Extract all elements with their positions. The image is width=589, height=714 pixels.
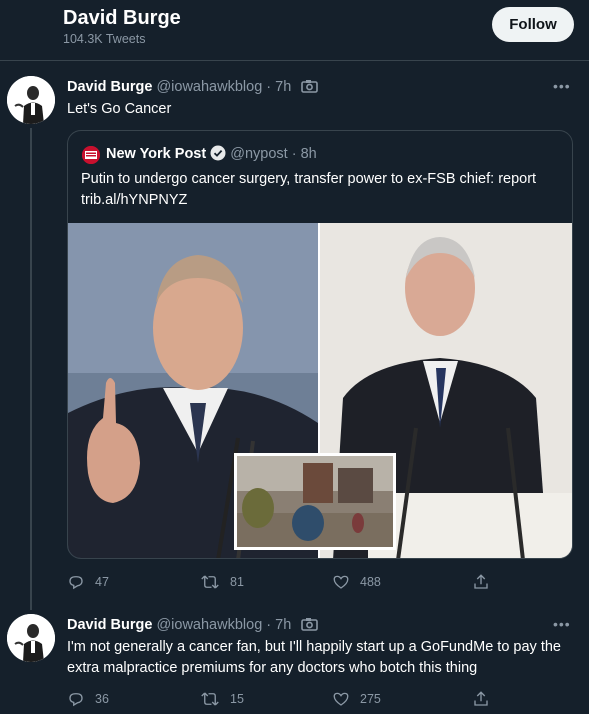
reply-button[interactable]: 36 — [67, 690, 109, 708]
tweet-actions: 47 81 488 — [67, 573, 497, 593]
more-options-icon[interactable]: ••• — [553, 78, 571, 94]
quote-text: Putin to undergo cancer surgery, transfe… — [81, 171, 537, 208]
tweet-count: 104.3K Tweets — [63, 32, 146, 46]
reply-count: 47 — [95, 575, 109, 589]
header-divider — [0, 60, 589, 61]
news-photo[interactable] — [68, 223, 573, 559]
avatar-image — [7, 76, 55, 124]
follow-button[interactable]: Follow — [492, 7, 574, 42]
heart-icon — [333, 692, 349, 706]
tweet-handle-time[interactable]: @iowahawkblog · 7h — [156, 617, 291, 633]
camera-icon — [301, 80, 319, 93]
reply-icon — [69, 693, 83, 707]
reply-icon — [69, 576, 83, 590]
heart-icon — [333, 575, 349, 589]
like-count: 488 — [360, 575, 381, 589]
share-icon — [474, 574, 488, 589]
tweet-actions: 36 15 275 — [67, 690, 497, 710]
thread-connector — [30, 128, 32, 610]
retweet-count: 15 — [230, 692, 244, 706]
quote-handle-time[interactable]: @nypost · 8h — [230, 146, 316, 162]
avatar[interactable] — [7, 76, 55, 124]
like-button[interactable]: 275 — [332, 690, 381, 708]
avatar-image — [7, 614, 55, 662]
verified-badge-icon — [210, 145, 226, 161]
reply-button[interactable]: 47 — [67, 573, 109, 591]
tweet-handle-time[interactable]: @iowahawkblog · 7h — [156, 79, 291, 95]
tweet-author[interactable]: David Burge — [67, 617, 152, 633]
camera-icon — [301, 618, 319, 631]
retweet-count: 81 — [230, 575, 244, 589]
retweet-icon — [201, 692, 219, 706]
retweet-button[interactable]: 15 — [200, 690, 244, 708]
profile-name: David Burge — [63, 7, 181, 29]
retweet-button[interactable]: 81 — [200, 573, 244, 591]
tweet-text: I'm not generally a cancer fan, but I'll… — [67, 639, 561, 676]
like-button[interactable]: 488 — [332, 573, 381, 591]
profile-header: David Burge 104.3K Tweets Follow — [0, 0, 589, 60]
retweet-icon — [201, 575, 219, 589]
tweet-text: Let's Go Cancer — [67, 101, 172, 117]
avatar[interactable] — [7, 614, 55, 662]
nypost-logo — [82, 146, 100, 164]
like-count: 275 — [360, 692, 381, 706]
nypost-avatar — [82, 146, 100, 164]
tweet-header: David Burge @iowahawkblog · 7h — [67, 79, 319, 95]
quote-header: New York Post @nypost · 8h — [106, 145, 317, 162]
quoted-tweet[interactable]: New York Post @nypost · 8h Putin to unde… — [67, 130, 573, 559]
share-button[interactable] — [472, 573, 490, 591]
reply-count: 36 — [95, 692, 109, 706]
tweet-author[interactable]: David Burge — [67, 79, 152, 95]
quote-author[interactable]: New York Post — [106, 146, 206, 162]
share-button[interactable] — [472, 690, 490, 708]
more-options-icon[interactable]: ••• — [553, 616, 571, 632]
tweet-header: David Burge @iowahawkblog · 7h — [67, 617, 319, 633]
share-icon — [474, 691, 488, 706]
